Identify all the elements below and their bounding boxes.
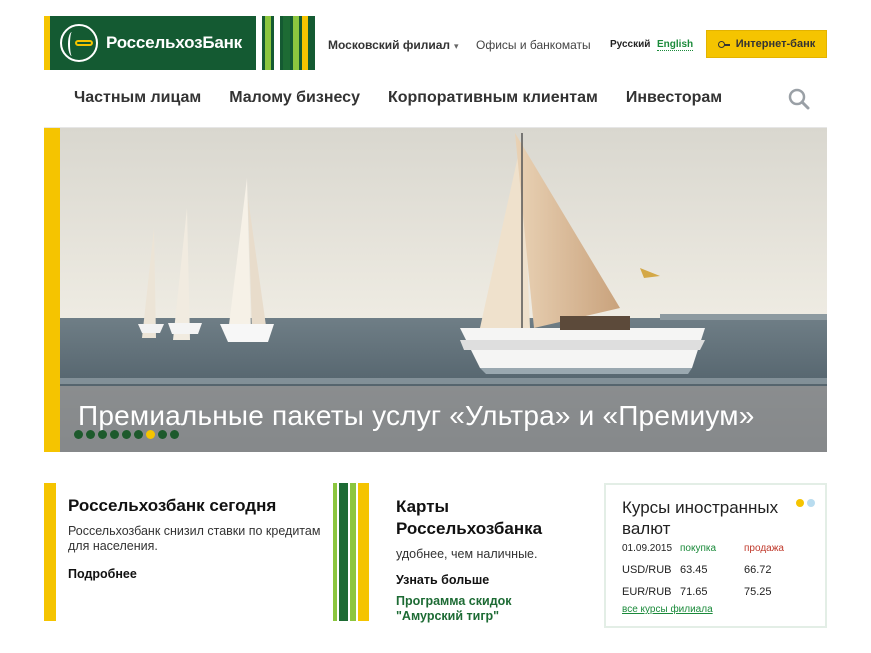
rates-sell-label: продажа — [744, 543, 784, 554]
nav-item-investors[interactable]: Инвесторам — [626, 89, 722, 107]
slider-dot[interactable] — [170, 430, 179, 439]
internet-bank-button[interactable]: Интернет-банк — [706, 30, 827, 58]
rates-pair: EUR/RUB — [622, 586, 672, 598]
today-more-link[interactable]: Подробнее — [68, 567, 137, 581]
logo-yellow-stripe — [44, 16, 50, 70]
nav-item-small-business[interactable]: Малому бизнесу — [229, 89, 360, 107]
rates-sell: 66.72 — [744, 564, 772, 576]
hero-banner[interactable]: Премиальные пакеты услуг «Ультра» и «Пре… — [44, 128, 827, 452]
today-accent-bar — [44, 483, 56, 621]
rates-dot-active[interactable] — [796, 499, 804, 507]
cards-accent-stripes — [333, 483, 369, 621]
hero-accent-bar — [44, 128, 60, 452]
main-nav: Частным лицам Малому бизнесу Корпоративн… — [74, 89, 722, 107]
logo-stripes — [256, 16, 308, 70]
slider-dot[interactable] — [134, 430, 143, 439]
slider-dot-active[interactable] — [146, 430, 155, 439]
slider-dot[interactable] — [74, 430, 83, 439]
slider-dot[interactable] — [86, 430, 95, 439]
all-rates-link[interactable]: все курсы филиала — [622, 604, 713, 615]
hero-caption[interactable]: Премиальные пакеты услуг «Ультра» и «Пре… — [78, 400, 755, 432]
rates-buy-label: покупка — [680, 543, 717, 554]
slider-dots — [74, 430, 179, 439]
nav-item-corporate[interactable]: Корпоративным клиентам — [388, 89, 598, 107]
slider-dot[interactable] — [122, 430, 131, 439]
bank-emblem-icon — [60, 24, 98, 62]
logo-text: РоссельхозБанк — [106, 33, 242, 52]
nav-item-private[interactable]: Частным лицам — [74, 89, 201, 107]
search-icon[interactable] — [788, 88, 810, 110]
amur-tiger-promo-link[interactable]: Программа скидок "Амурский тигр" — [396, 594, 556, 624]
rates-title: Курсы иностранных валют — [622, 498, 779, 538]
rates-pair: USD/RUB — [622, 564, 672, 576]
rates-dot[interactable] — [807, 499, 815, 507]
offices-link[interactable]: Офисы и банкоматы — [476, 38, 591, 52]
top-bar: РоссельхозБанк Московский филиал ▾ Офисы … — [44, 16, 827, 70]
cards-more-link[interactable]: Узнать больше — [396, 573, 489, 587]
rates-sell: 75.25 — [744, 586, 772, 598]
rates-slider-dots — [796, 499, 815, 507]
cards-text: удобнее, чем наличные. — [396, 547, 538, 561]
cards-title: Карты Россельхозбанка — [396, 497, 543, 538]
key-icon — [717, 41, 730, 48]
rates-buy: 63.45 — [680, 564, 708, 576]
slider-dot[interactable] — [110, 430, 119, 439]
logo[interactable]: РоссельхозБанк — [44, 16, 315, 70]
today-text: Россельхозбанк снизил ставки по кредитам… — [68, 524, 321, 553]
lang-en-link[interactable]: English — [657, 39, 694, 51]
rates-date: 01.09.2015 — [622, 543, 673, 554]
rates-buy: 71.65 — [680, 586, 708, 598]
exchange-rates-widget: Курсы иностранных валют 01.09.2015 покуп… — [604, 483, 827, 628]
caret-down-icon: ▾ — [454, 41, 459, 51]
branch-label: Московский филиал — [328, 38, 451, 52]
internet-bank-label: Интернет-банк — [735, 38, 816, 50]
today-title: Россельхозбанк сегодня — [68, 496, 277, 515]
branch-selector[interactable]: Московский филиал ▾ — [328, 38, 459, 52]
lang-ru: Русский — [610, 39, 651, 50]
slider-dot[interactable] — [158, 430, 167, 439]
slider-dot[interactable] — [98, 430, 107, 439]
